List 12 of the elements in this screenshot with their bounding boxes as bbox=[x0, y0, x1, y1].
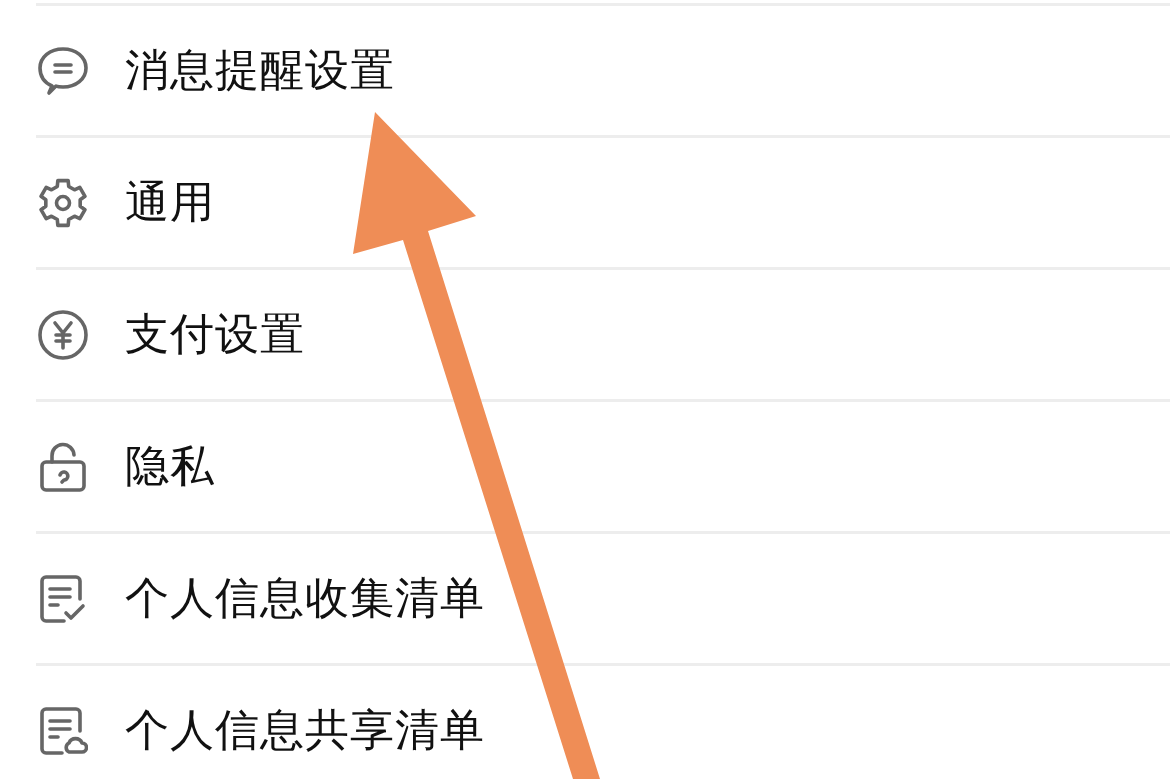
padlock-icon bbox=[38, 441, 88, 492]
settings-item[interactable]: 支付设置 bbox=[0, 270, 1170, 399]
settings-item[interactable]: 个人信息共享清单 bbox=[0, 666, 1170, 779]
settings-item[interactable]: 消息提醒设置 bbox=[0, 6, 1170, 135]
document-cloud-icon bbox=[38, 705, 88, 756]
yen-circle-icon bbox=[38, 309, 88, 360]
settings-item[interactable]: 隐私 bbox=[0, 402, 1170, 531]
gear-icon bbox=[38, 177, 88, 228]
checklist-icon bbox=[38, 573, 88, 624]
chat-bubble-icon bbox=[38, 45, 88, 96]
settings-item[interactable]: 个人信息收集清单 bbox=[0, 534, 1170, 663]
settings-item[interactable]: 通用 bbox=[0, 138, 1170, 267]
